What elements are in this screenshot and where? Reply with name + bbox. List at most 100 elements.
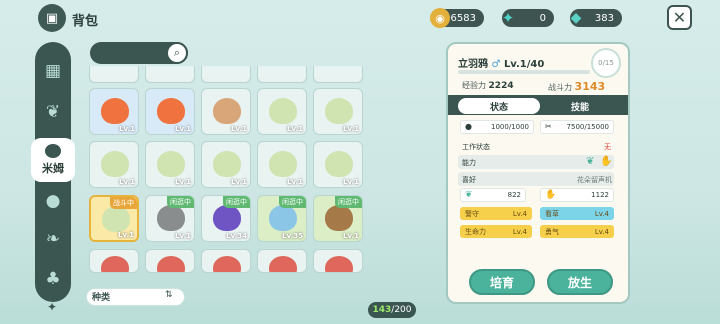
trait-level: Lv.4: [512, 209, 527, 218]
trait-level: Lv.4: [594, 227, 609, 236]
sidebar-item-round[interactable]: ●: [35, 186, 71, 216]
pet-cell[interactable]: Lv.1: [313, 141, 363, 188]
trait-1[interactable]: 警守 Lv.4: [460, 207, 532, 220]
pet-level: Lv.1: [343, 125, 359, 133]
pet-level: Lv.1: [119, 178, 135, 186]
search-icon: ⌕: [173, 46, 181, 59]
sidebar-item-tree[interactable]: ♣: [35, 264, 71, 294]
pref-box-2: ✋ 1122: [540, 188, 614, 202]
crystal-value: 0: [539, 12, 546, 24]
tiger-pet: [213, 98, 241, 124]
progress-text: 0/15: [598, 59, 614, 67]
cultivate-button[interactable]: 培育: [469, 269, 535, 295]
sidebar-item-leaf[interactable]: ❧: [35, 224, 71, 254]
capacity-counter: 143/200: [368, 302, 416, 318]
pet-name-text: 立羽鸦: [458, 59, 488, 70]
sidebar-item-sprout[interactable]: ❦: [35, 97, 71, 127]
search-button[interactable]: ⌕: [166, 42, 188, 64]
pet-cell[interactable]: [313, 249, 363, 273]
fox-pet: [101, 98, 129, 124]
pet-cell[interactable]: Lv.1: [257, 88, 307, 135]
pet-cell[interactable]: Lv.1: [89, 88, 139, 135]
pet-level: Lv.1: [118, 231, 134, 239]
pet-level: Lv.1: [175, 232, 191, 240]
pet-cell[interactable]: Lv.1: [201, 88, 251, 135]
power-stat: 战斗力 3143: [548, 80, 605, 93]
page-title: 背包: [72, 14, 99, 29]
trait-4[interactable]: 勇气 Lv.4: [540, 225, 614, 238]
coin-counter: ◉ 6583: [430, 8, 484, 28]
idle-tag: 闲逛中: [279, 196, 306, 208]
close-icon: ✕: [672, 8, 687, 27]
pref-value-1: 822: [507, 191, 521, 199]
trait-level: Lv.4: [512, 227, 527, 236]
sprout-pet: [213, 151, 241, 177]
pet-name: 立羽鸦 ♂ Lv.1/40: [458, 55, 544, 70]
work-value: 7500/15000: [566, 123, 609, 131]
pet-cell[interactable]: [257, 66, 307, 83]
pet-cell[interactable]: 闲逛中 Lv.35: [257, 195, 307, 242]
sort-order-icon[interactable]: ⇅: [165, 290, 173, 300]
sidebar-item-mim[interactable]: 米姆: [31, 138, 75, 182]
pet-cell-selected[interactable]: 战斗中 Lv.1: [89, 195, 139, 242]
bag-icon[interactable]: ▣: [38, 4, 66, 32]
pet-cell[interactable]: 闲逛中 Lv.1: [313, 195, 363, 242]
battle-tag: 战斗中: [110, 197, 137, 209]
pet-cell[interactable]: Lv.1: [89, 141, 139, 188]
pet-cell[interactable]: Lv.1: [145, 88, 195, 135]
pet-cell[interactable]: [145, 66, 195, 83]
coin-icon: ◉: [430, 8, 450, 28]
exp-value: 2224: [488, 81, 514, 91]
pet-cell[interactable]: Lv.1: [145, 141, 195, 188]
sidebar-item-grid[interactable]: ▦: [35, 56, 71, 86]
power-label: 战斗力: [548, 83, 572, 92]
pet-cell[interactable]: 闲逛中 Lv.1: [145, 195, 195, 242]
pet-level: Lv.1: [287, 178, 303, 186]
trait-name: 警守: [465, 209, 479, 218]
sidebar-item-label: 米姆: [42, 162, 64, 175]
pet-level: Lv.1: [343, 178, 359, 186]
release-button[interactable]: 放生: [547, 269, 613, 295]
stamina-icon: ●: [465, 122, 472, 131]
pet-cell[interactable]: [313, 66, 363, 83]
exp-stat: 经验力 2224: [462, 80, 514, 91]
trait-3[interactable]: 生命力 Lv.4: [460, 225, 532, 238]
pet-cell[interactable]: 闲逛中 Lv.34: [201, 195, 251, 242]
pet-cell[interactable]: [201, 249, 251, 273]
sprout-pet: [102, 206, 130, 232]
exp-label: 经验力: [462, 81, 486, 90]
pet-sprite: [325, 256, 353, 272]
hobby-value: 花朵留声机: [577, 176, 612, 184]
round-face-icon: ●: [45, 191, 61, 211]
pet-sprite: [213, 256, 241, 272]
raccoon-pet: [157, 205, 185, 231]
tab-skills[interactable]: 技能: [540, 98, 620, 114]
pet-sprite: [269, 256, 297, 272]
pet-cell[interactable]: [145, 249, 195, 273]
tab-status[interactable]: 状态: [458, 98, 540, 114]
pet-level: Lv.35: [282, 232, 303, 240]
pet-cell[interactable]: [201, 66, 251, 83]
work-status-value: 无: [604, 143, 611, 151]
crystal-counter: ✦ 0: [502, 9, 554, 27]
close-button[interactable]: ✕: [667, 5, 692, 30]
work-box: ✂ 7500/15000: [540, 120, 614, 134]
sprout-pet: [269, 98, 297, 124]
sprout-pet: [269, 151, 297, 177]
pet-level: Lv.1: [119, 125, 135, 133]
trait-2[interactable]: 看草 Lv.4: [540, 207, 614, 220]
pet-cell[interactable]: Lv.1: [201, 141, 251, 188]
pet-grid: Lv.1 Lv.1 Lv.1 Lv.1 Lv.1 Lv.1 Lv.1 Lv.1 …: [86, 66, 366, 282]
hedgehog-pet: [325, 205, 353, 231]
pet-cell[interactable]: Lv.1: [257, 141, 307, 188]
pet-cell[interactable]: Lv.1: [313, 88, 363, 135]
progress-ring: 0/15: [591, 48, 621, 78]
pet-cell[interactable]: [257, 249, 307, 273]
power-value: 3143: [574, 80, 606, 93]
pref-box-1: ❦ 822: [460, 188, 526, 202]
pet-cell[interactable]: [89, 66, 139, 83]
idle-tag: 闲逛中: [167, 196, 194, 208]
pet-level: Lv.1: [287, 125, 303, 133]
trait-level: Lv.4: [594, 209, 609, 218]
pet-cell[interactable]: [89, 249, 139, 273]
